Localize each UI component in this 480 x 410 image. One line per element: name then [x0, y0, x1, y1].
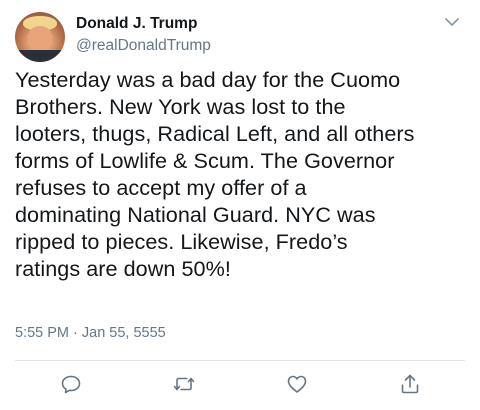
tweet-text-line: Brothers. New York was lost to the: [15, 94, 346, 119]
tweet-text-line: looters, thugs, Radical Left, and all ot…: [15, 121, 415, 146]
share-icon: [398, 372, 422, 396]
reply-icon: [59, 372, 83, 396]
avatar-face: [28, 26, 52, 52]
tweet-text-line: forms of Lowlife & Scum. The Governor: [15, 148, 395, 173]
tweet-text: Yesterday was a bad day for the Cuomo Br…: [15, 66, 470, 282]
reply-button[interactable]: [59, 372, 83, 396]
author-handle[interactable]: @realDonaldTrump: [76, 37, 211, 55]
divider: [15, 360, 465, 361]
tweet-text-line: ripped to pieces. Likewise, Fredo’s: [15, 229, 348, 254]
tweet-text-line: dominating National Guard. NYC was: [15, 202, 376, 227]
retweet-button[interactable]: [172, 372, 196, 396]
chevron-down-icon[interactable]: [444, 14, 460, 30]
tweet-card: Donald J. Trump @realDonaldTrump Yesterd…: [0, 0, 480, 410]
avatar-suit: [15, 50, 65, 62]
avatar[interactable]: [15, 12, 65, 62]
retweet-icon: [172, 372, 196, 396]
author-name[interactable]: Donald J. Trump: [76, 15, 197, 33]
share-button[interactable]: [398, 372, 422, 396]
tweet-text-line: Yesterday was a bad day for the Cuomo: [15, 67, 401, 92]
like-button[interactable]: [285, 372, 309, 396]
tweet-text-line: refuses to accept my offer of a: [15, 175, 307, 200]
tweet-text-line: ratings are down 50%!: [15, 256, 231, 281]
tweet-timestamp[interactable]: 5:55 PM · Jan 55, 5555: [15, 325, 166, 341]
heart-icon: [285, 372, 309, 396]
